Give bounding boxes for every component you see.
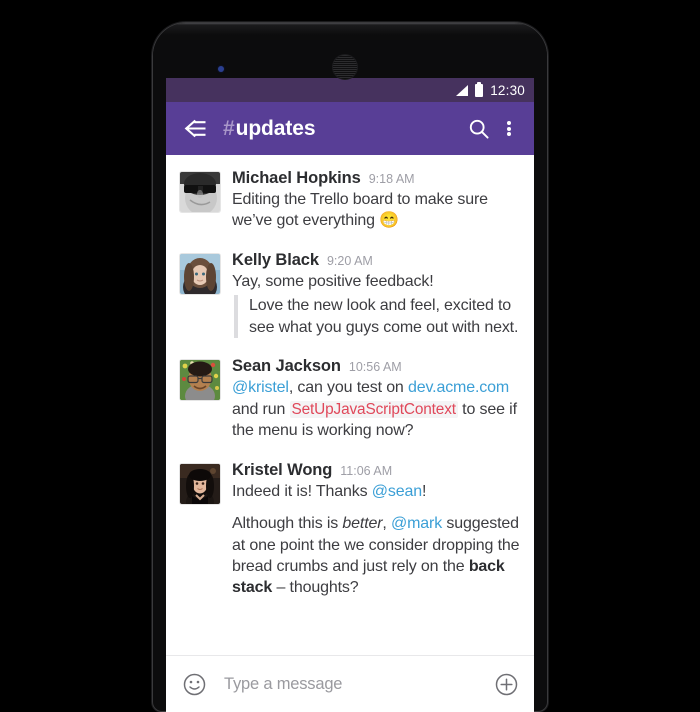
message-text: @kristel, can you test on dev.acme.com a… xyxy=(232,377,520,442)
message-text-segment: Although this is xyxy=(232,515,343,533)
message-timestamp: 11:06 AM xyxy=(340,463,393,478)
message-text-segment: Indeed it is! Thanks xyxy=(232,482,372,500)
page-title[interactable]: #updates xyxy=(223,117,462,141)
message-timestamp: 9:20 AM xyxy=(326,253,373,268)
message-text-segment: ! xyxy=(421,482,427,500)
emoji-smiley-icon[interactable] xyxy=(180,670,208,698)
message-text-segment: , can you test on xyxy=(288,379,408,397)
message-timestamp: 10:56 AM xyxy=(348,360,402,375)
message-body: Kelly Black 9:20 AM Yay, some positive f… xyxy=(232,251,520,339)
overflow-dot xyxy=(507,132,511,137)
message-text-segment: , xyxy=(382,515,392,533)
inline-code: SetUpJavaScriptContext xyxy=(289,400,458,418)
message-link[interactable]: dev.acme.com xyxy=(408,379,509,396)
user-mention[interactable]: @sean xyxy=(372,483,422,500)
phone-device-frame: 12:30 #updates Michael Hopkins 9:18 AM E… xyxy=(152,22,548,712)
message-item[interactable]: Michael Hopkins 9:18 AM Editing the Trel… xyxy=(166,165,534,238)
signal-bars-icon xyxy=(455,84,469,96)
message-item[interactable]: Kristel Wong 11:06 AM Indeed it is! Than… xyxy=(166,457,534,605)
message-item[interactable]: Kelly Black 9:20 AM Yay, some positive f… xyxy=(166,247,534,344)
message-text: Editing the Trello board to make sure we… xyxy=(232,189,520,232)
message-item[interactable]: Sean Jackson 10:56 AM @kristel, can you … xyxy=(166,353,534,448)
message-text: Indeed it is! Thanks @sean! xyxy=(232,481,520,502)
avatar-kelly-black[interactable] xyxy=(180,253,220,294)
back-arrow-icon[interactable] xyxy=(176,110,214,148)
message-header: Kristel Wong 11:06 AM xyxy=(232,461,520,480)
message-author[interactable]: Sean Jackson xyxy=(232,357,341,376)
message-author[interactable]: Kristel Wong xyxy=(232,461,332,480)
message-composer xyxy=(166,655,534,712)
message-text-segment: Editing the Trello board to make sure we… xyxy=(232,191,488,230)
message-input[interactable] xyxy=(222,673,482,695)
front-camera-icon xyxy=(218,66,224,72)
overflow-dot xyxy=(507,120,511,125)
phone-screen: 12:30 #updates Michael Hopkins 9:18 AM E… xyxy=(166,78,534,712)
message-body: Sean Jackson 10:56 AM @kristel, can you … xyxy=(232,357,520,442)
message-text: Yay, some positive feedback! xyxy=(232,272,434,290)
overflow-menu-icon[interactable] xyxy=(496,109,522,149)
user-mention[interactable]: @mark xyxy=(391,515,442,532)
search-icon[interactable] xyxy=(462,109,496,149)
message-header: Sean Jackson 10:56 AM xyxy=(232,357,520,376)
status-bar-clock: 12:30 xyxy=(490,82,525,98)
avatar-kristel-wong[interactable] xyxy=(180,463,220,504)
earpiece-speaker-icon xyxy=(332,54,358,80)
message-body: Michael Hopkins 9:18 AM Editing the Trel… xyxy=(232,169,520,232)
overflow-dot xyxy=(507,126,511,131)
message-author[interactable]: Michael Hopkins xyxy=(232,169,361,188)
grinning-face-emoji: 😁 xyxy=(379,212,399,230)
hash-prefix: # xyxy=(223,116,235,140)
message-blockquote: Love the new look and feel, excited to s… xyxy=(234,295,520,339)
app-bar: #updates xyxy=(166,102,534,155)
message-text: Although this is better, @mark suggested… xyxy=(232,513,520,599)
avatar-michael-hopkins[interactable] xyxy=(180,172,220,212)
status-bar: 12:30 xyxy=(166,78,534,102)
plus-circle-icon[interactable] xyxy=(492,670,520,698)
message-list[interactable]: Michael Hopkins 9:18 AM Editing the Trel… xyxy=(166,155,534,655)
message-header: Michael Hopkins 9:18 AM xyxy=(232,169,520,188)
message-body: Kristel Wong 11:06 AM Indeed it is! Than… xyxy=(232,461,520,599)
message-timestamp: 9:18 AM xyxy=(368,172,415,186)
channel-name: updates xyxy=(235,116,316,140)
user-mention[interactable]: @kristel xyxy=(232,379,289,396)
message-text-segment: – thoughts? xyxy=(272,579,359,597)
message-text-segment: and run xyxy=(232,400,290,418)
avatar-sean-jackson[interactable] xyxy=(180,360,220,401)
message-author[interactable]: Kelly Black xyxy=(232,251,319,270)
message-header: Kelly Black 9:20 AM xyxy=(232,251,520,270)
battery-full-icon xyxy=(475,81,484,97)
italic-text: better xyxy=(342,515,383,533)
